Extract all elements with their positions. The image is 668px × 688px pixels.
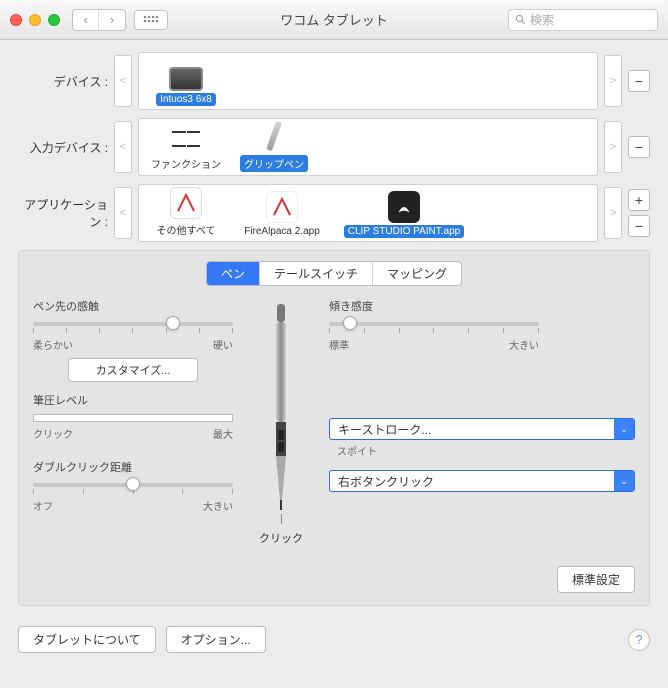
tab-mapping[interactable]: マッピング [373,262,461,285]
device-item[interactable]: Intuos3 6x8 [142,67,230,106]
scroll-left-button[interactable]: < [114,121,132,173]
tilt-low-label: 標準 [329,337,349,352]
input-device-label: 入力デバイス : [18,139,114,156]
tip-feel-slider[interactable]: 柔らかい 硬い [33,322,233,352]
nav-back-forward[interactable]: ‹ › [72,9,126,31]
input-device-item[interactable]: グリップペン [230,121,318,172]
remove-device-button[interactable]: − [628,70,650,92]
upper-button-hint: スポイト [337,443,635,458]
customize-button[interactable]: カスタマイズ... [68,358,198,382]
tilt-high-label: 大きい [509,337,539,352]
tip-action-label: クリック [259,530,303,546]
default-settings-button[interactable]: 標準設定 [557,566,635,593]
scroll-left-button[interactable]: < [114,55,132,107]
window-controls [10,14,60,26]
pressure-max-label: 最大 [213,426,233,441]
about-tablet-button[interactable]: タブレットについて [18,626,156,653]
scroll-right-button[interactable]: > [604,187,622,239]
application-label: アプリケーション : [18,196,114,230]
tab-pen[interactable]: ペン [207,262,260,285]
titlebar: ‹ › ワコム タブレット 検索 [0,0,668,40]
scroll-right-button[interactable]: > [604,121,622,173]
back-icon[interactable]: ‹ [73,10,99,30]
options-button[interactable]: オプション... [166,626,266,653]
search-icon [515,14,526,25]
search-placeholder: 検索 [530,11,554,28]
pressure-level-label: 筆圧レベル [33,392,233,408]
upper-button-value: キーストローク... [330,419,614,439]
dbl-off-label: オフ [33,498,53,513]
input-device-item-label: グリップペン [240,155,308,172]
help-button[interactable]: ? [628,629,650,651]
pen-icon [255,121,293,153]
lower-button-combo[interactable]: 右ボタンクリック ⌄ [329,470,635,492]
tilt-sensitivity-slider[interactable]: 標準 大きい [329,322,539,352]
forward-icon[interactable]: › [99,10,125,30]
generic-app-icon [170,187,202,219]
application-item[interactable]: CLIP STUDIO PAINT.app [334,191,474,238]
tablet-icon [169,67,203,91]
remove-input-device-button[interactable]: − [628,136,650,158]
upper-button-combo[interactable]: キーストローク... ⌄ [329,418,635,440]
pen-illustration [267,304,295,514]
application-row: アプリケーション : < その他すべて FireAlpaca 2.app CLI… [18,184,650,242]
device-list: Intuos3 6x8 [138,52,598,110]
tip-feel-label: ペン先の感触 [33,298,233,314]
add-application-button[interactable]: + [628,189,650,211]
dbl-high-label: 大きい [203,498,233,513]
tab-bar: ペン テールスイッチ マッピング [33,261,635,286]
application-item-label: CLIP STUDIO PAINT.app [344,225,464,238]
double-click-distance-label: ダブルクリック距離 [33,459,233,475]
input-device-list: ファンクション グリップペン [138,118,598,176]
lower-button-value: 右ボタンクリック [330,471,614,491]
clipstudio-icon [388,191,420,223]
double-click-slider[interactable]: オフ 大きい [33,483,233,513]
feel-hard-label: 硬い [213,337,233,352]
tilt-sensitivity-label: 傾き感度 [329,298,635,314]
chevron-down-icon: ⌄ [614,419,634,439]
input-device-row: 入力デバイス : < ファンクション グリップペン > − [18,118,650,176]
zoom-icon[interactable] [48,14,60,26]
search-input[interactable]: 検索 [508,9,658,31]
input-device-item-label: ファンクション [147,155,225,172]
remove-application-button[interactable]: − [628,215,650,237]
device-row: デバイス : < Intuos3 6x8 > − [18,52,650,110]
application-item-label: その他すべて [153,221,220,238]
minimize-icon[interactable] [29,14,41,26]
device-item-label: Intuos3 6x8 [156,93,216,106]
chevron-down-icon: ⌄ [614,471,634,491]
pressure-level-meter [33,414,233,422]
settings-panel: ペン テールスイッチ マッピング ペン先の感触 柔らかい 硬い カスタマイズ..… [18,250,650,606]
application-item-label: FireAlpaca 2.app [240,225,324,238]
footer: タブレットについて オプション... ? [0,616,668,663]
scroll-left-button[interactable]: < [114,187,132,239]
application-item[interactable]: その他すべて [142,187,230,238]
scroll-right-button[interactable]: > [604,55,622,107]
input-device-item[interactable]: ファンクション [142,125,230,172]
feel-soft-label: 柔らかい [33,337,73,352]
device-label: デバイス : [18,73,114,90]
application-item[interactable]: FireAlpaca 2.app [230,191,334,238]
close-icon[interactable] [10,14,22,26]
application-list: その他すべて FireAlpaca 2.app CLIP STUDIO PAIN… [138,184,598,242]
firealpaca-icon [266,191,298,223]
tab-tail-switch[interactable]: テールスイッチ [260,262,373,285]
pressure-click-label: クリック [33,426,73,441]
functions-icon [172,125,200,153]
show-all-button[interactable] [134,10,168,30]
